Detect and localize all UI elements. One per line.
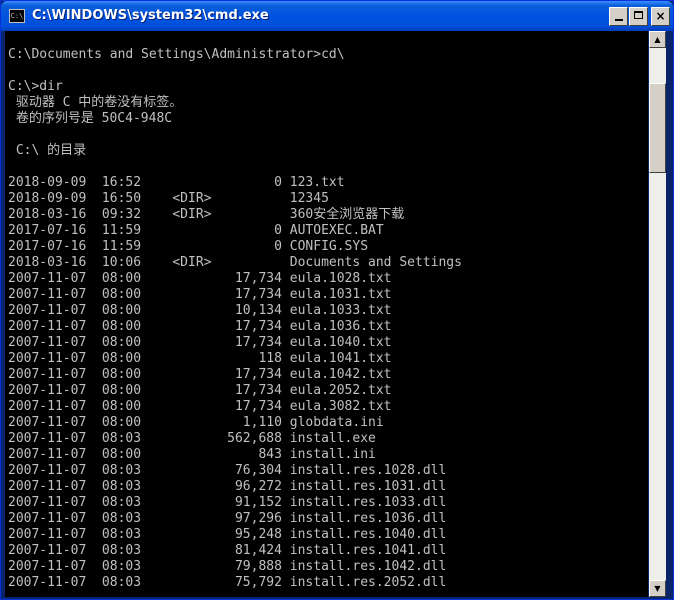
console-line: 2007-11-07 08:03 79,888 install.res.1042…	[8, 559, 447, 574]
console-line: 2017-07-16 11:59 0 AUTOEXEC.BAT	[8, 223, 384, 238]
console-line: 2007-11-07 08:00 17,734 eula.1036.txt	[8, 319, 392, 334]
console-line: C:\ 的目录	[8, 143, 87, 158]
scroll-down-arrow-icon[interactable]: ▼	[649, 580, 666, 597]
cmd-app-icon[interactable]: C:\	[9, 9, 25, 23]
console-line: 2007-11-07 08:03 81,424 install.res.1041…	[8, 543, 447, 558]
console-line: 2007-11-07 08:00 10,134 eula.1033.txt	[8, 303, 392, 318]
window-frame-bottom	[1, 597, 673, 599]
scroll-up-arrow-icon[interactable]: ▲	[649, 31, 666, 48]
minimize-icon	[614, 19, 623, 21]
cmd-window: C:\ C:\WINDOWS\system32\cmd.exe × C:\Doc…	[0, 0, 674, 600]
close-button[interactable]: ×	[651, 7, 670, 26]
console-line: 2007-11-07 08:00 843 install.ini	[8, 447, 376, 462]
console-output[interactable]: C:\Documents and Settings\Administrator>…	[5, 31, 648, 597]
console-line: 2007-11-07 08:03 95,248 install.res.1040…	[8, 527, 447, 542]
console-line: 2007-11-07 08:00 17,734 eula.1031.txt	[8, 287, 392, 302]
console-line: 2007-11-07 08:00 118 eula.1041.txt	[8, 351, 392, 366]
console-line: 2007-11-07 08:00 17,734 eula.1042.txt	[8, 367, 392, 382]
console-line: 2007-11-07 08:03 562,688 install.exe	[8, 431, 376, 446]
console-line: 2007-11-07 08:00 17,734 eula.3082.txt	[8, 399, 392, 414]
title-bar[interactable]: C:\ C:\WINDOWS\system32\cmd.exe ×	[1, 1, 673, 31]
minimize-button[interactable]	[609, 7, 628, 26]
console-line: 2007-11-07 08:00 17,734 eula.1028.txt	[8, 271, 392, 286]
console-line: C:\Documents and Settings\Administrator>…	[8, 47, 345, 62]
maximize-icon	[634, 11, 643, 19]
console-line: 2007-11-07 08:03 75,792 install.res.2052…	[8, 575, 447, 590]
console-line: 2018-03-16 09:32 <DIR> 360安全浏览器下载	[8, 207, 405, 222]
console-line: 2007-11-07 08:00 17,734 eula.2052.txt	[8, 383, 392, 398]
console-line: 2018-03-16 10:06 <DIR> Documents and Set…	[8, 255, 462, 270]
console-line: 2017-07-16 11:59 0 CONFIG.SYS	[8, 239, 369, 254]
console-line: 2007-11-07 08:03 91,152 install.res.1033…	[8, 495, 447, 510]
console-line: C:\>dir	[8, 79, 63, 94]
console-line: 2007-11-07 08:03 76,304 install.res.1028…	[8, 463, 447, 478]
vertical-scrollbar[interactable]: ▲ ▼	[649, 31, 666, 597]
window-frame-right	[666, 31, 673, 599]
console-line: 2007-11-07 08:00 1,110 globdata.ini	[8, 415, 384, 430]
window-title: C:\WINDOWS\system32\cmd.exe	[32, 8, 269, 23]
scroll-thumb[interactable]	[649, 83, 666, 173]
console-line: 驱动器 C 中的卷没有标签。	[8, 95, 183, 110]
console-line: 2007-11-07 08:03 97,296 install.res.1036…	[8, 511, 447, 526]
console-line: 2007-11-07 08:03 96,272 install.res.1031…	[8, 479, 447, 494]
console-line: 2007-11-07 08:00 17,734 eula.1040.txt	[8, 335, 392, 350]
console-line: 卷的序列号是 50C4-948C	[8, 111, 173, 126]
console-line: 2018-09-09 16:52 0 123.txt	[8, 175, 345, 190]
console-line: 2018-09-09 16:50 <DIR> 12345	[8, 191, 329, 206]
maximize-button[interactable]	[629, 7, 648, 26]
